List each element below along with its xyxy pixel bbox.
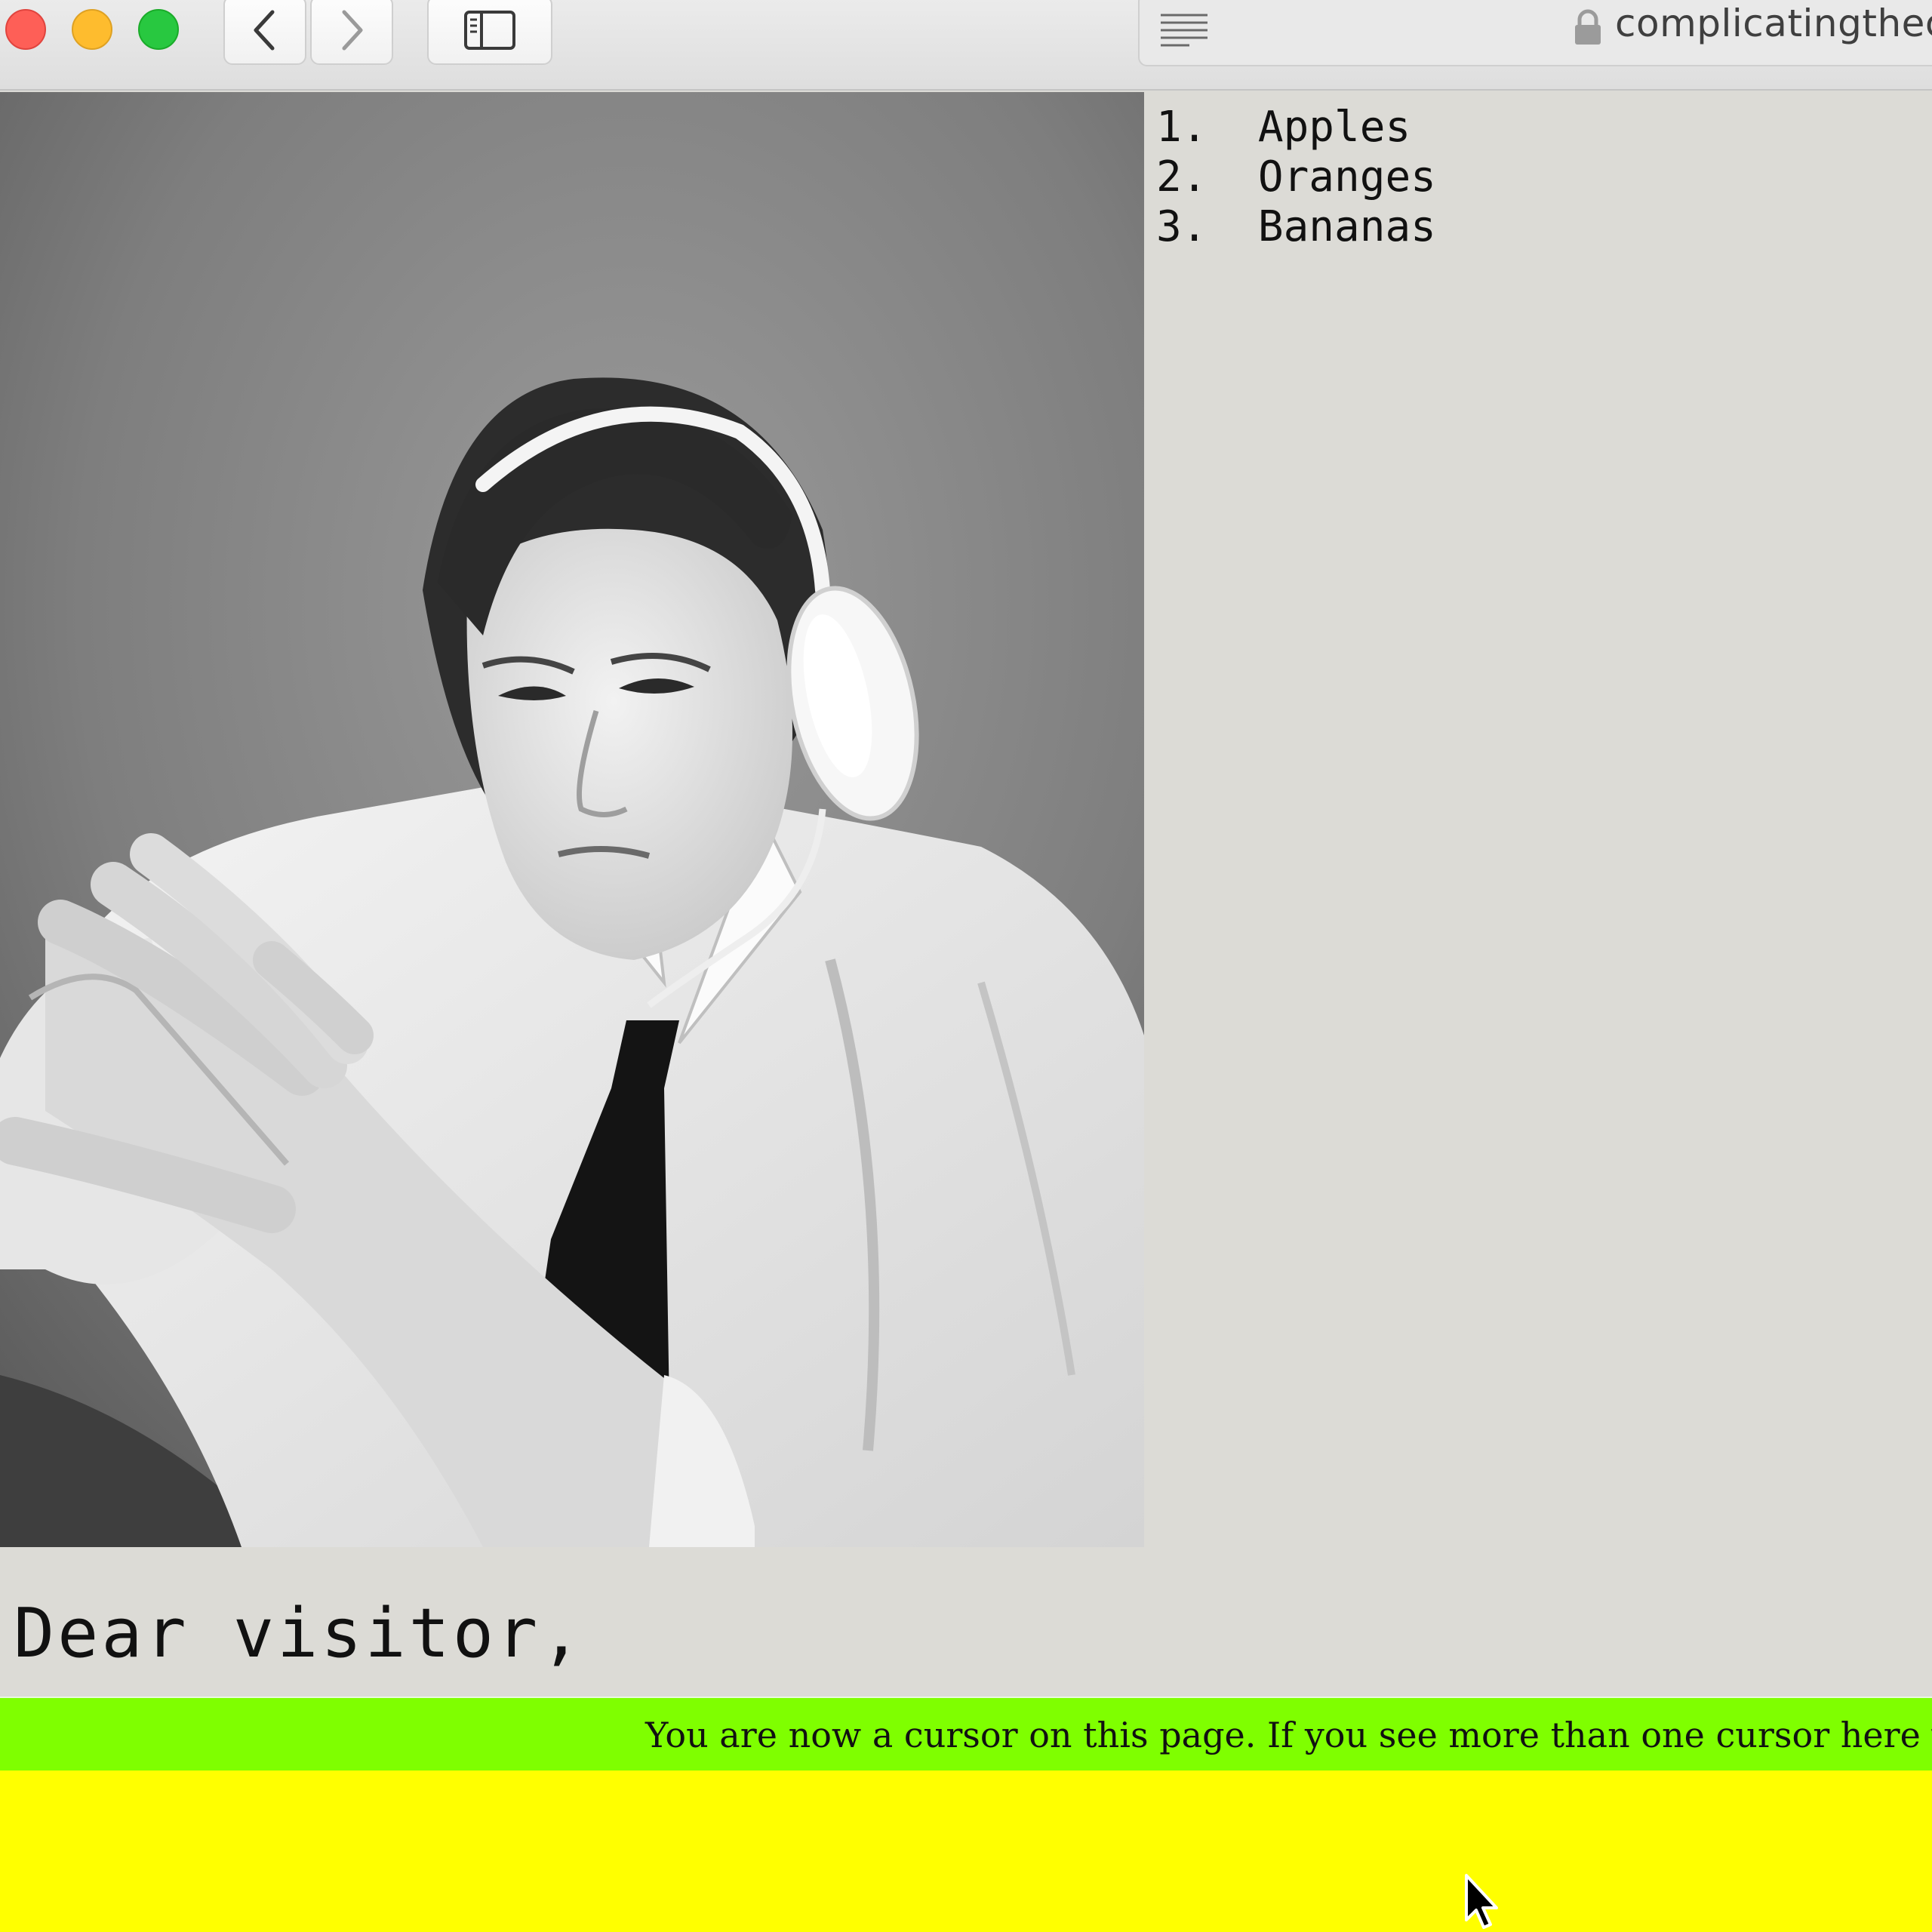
minimize-window-icon[interactable] [72,9,112,50]
greeting-heading: Dear visitor, [14,1594,585,1673]
reader-view-icon[interactable] [1159,11,1209,48]
marquee-text: You are now a cursor on this page. If yo… [645,1715,1932,1755]
zoom-window-icon[interactable] [138,9,179,50]
close-window-icon[interactable] [5,9,46,50]
list-item-label: Apples [1257,103,1411,152]
list-item-label: Oranges [1257,152,1436,202]
list-item: 2. Oranges [1156,152,1436,202]
browser-toolbar: complicatingthec [0,0,1932,91]
lock-icon [1575,9,1601,45]
url-text[interactable]: complicatingthec [1615,2,1932,45]
cursor-area[interactable] [0,1770,1932,1932]
mouse-cursor-icon [1465,1874,1498,1929]
address-bar[interactable]: complicatingthec [1138,0,1932,66]
list-item-number: 3. [1156,202,1208,251]
forward-button[interactable] [310,0,393,65]
sidebar-icon [464,11,515,50]
list-item-number: 2. [1156,152,1208,202]
chevron-left-icon [254,10,275,51]
list-item: 1. Apples [1156,103,1436,152]
list-item-number: 1. [1156,103,1208,152]
list-item-label: Bananas [1257,202,1436,251]
sidebar-toggle-button[interactable] [427,0,552,65]
back-button[interactable] [223,0,306,65]
portrait-photo [0,92,1144,1547]
list-item: 3. Bananas [1156,202,1436,252]
fruit-list: 1. Apples 2. Oranges 3. Bananas [1156,103,1436,252]
marquee-banner: You are now a cursor on this page. If yo… [0,1697,1932,1770]
chevron-right-icon [342,10,363,51]
